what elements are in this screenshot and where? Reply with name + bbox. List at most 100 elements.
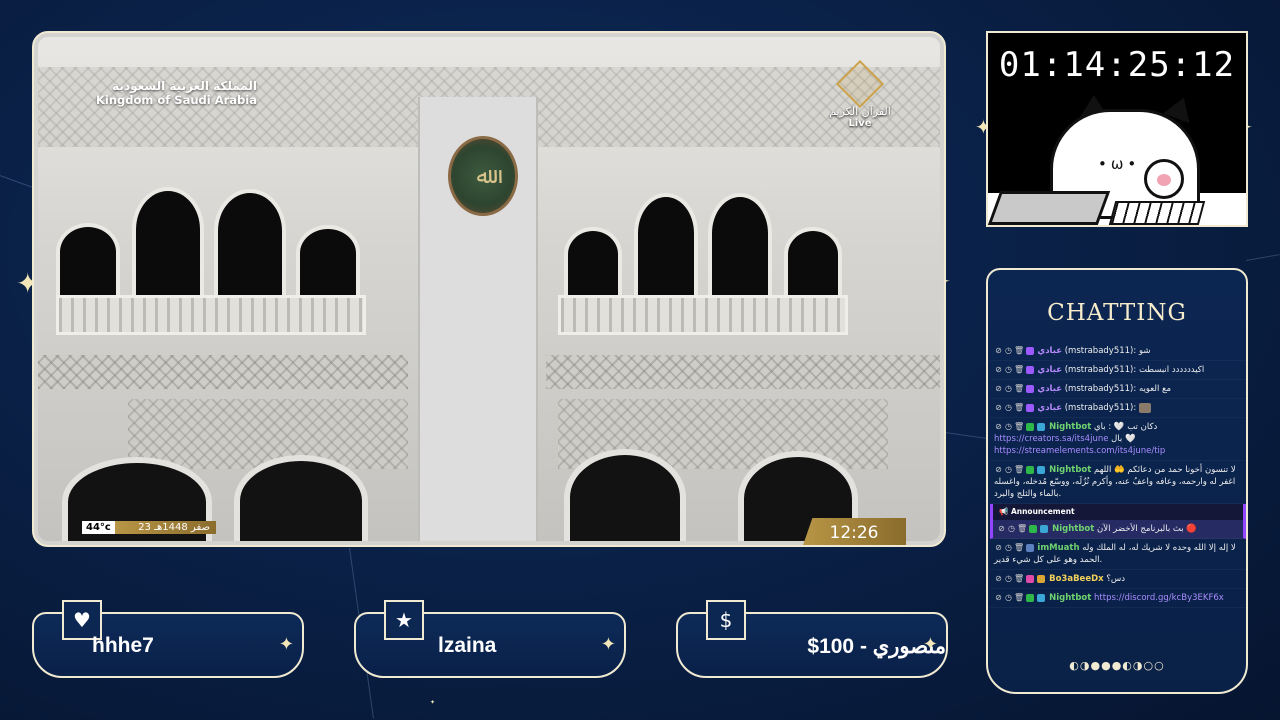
chat-text: : شو <box>1133 346 1151 356</box>
ban-icon[interactable]: ⊘ <box>997 524 1006 533</box>
delete-icon[interactable]: 🗑 <box>1014 593 1024 602</box>
moon-phase-indicator: ◐◑●●●◐◑○○ <box>1069 659 1165 672</box>
timer-panel: 01:14:25:12 •ω• <box>986 31 1248 227</box>
video-player[interactable]: ﷲ المملكة العربية السعودية Kingdom of Sa… <box>32 31 946 547</box>
chat-text: دكان تب 🤍 : باي <box>1094 422 1158 432</box>
mod-actions[interactable]: ⊘ ◷ 🗑 <box>994 574 1024 583</box>
announcement-label: Announcement <box>1010 507 1075 516</box>
ban-icon[interactable]: ⊘ <box>994 593 1003 602</box>
delete-icon[interactable]: 🗑 <box>1014 574 1024 583</box>
ban-icon[interactable]: ⊘ <box>994 422 1003 431</box>
follower-name: hhhe7 <box>92 634 154 657</box>
mod-actions[interactable]: ⊘ ◷ 🗑 <box>994 465 1024 474</box>
balcony <box>558 295 848 335</box>
timeout-icon[interactable]: ◷ <box>1004 593 1013 602</box>
chat-message: ⊘ ◷ 🗑 عبادي (mstrabady511): اكيدددددد انبس… <box>990 361 1246 380</box>
follower-alert: ♥ hhhe7 ✦ <box>32 600 304 678</box>
chat-username[interactable]: Nightbot <box>1049 465 1091 475</box>
megaphone-icon: 📢 <box>999 507 1011 516</box>
chat-message: ⊘ ◷ 🗑 Nightbot دكان تب 🤍 : باي https://cre… <box>990 418 1246 461</box>
ban-icon[interactable]: ⊘ <box>994 403 1003 412</box>
crown-badge-icon <box>1037 574 1046 583</box>
cat-face: •ω• <box>1098 155 1141 173</box>
chat-message-list[interactable]: ⊘ ◷ 🗑 عبادي (mstrabady511): شو ⊘ ◷ 🗑 عبادي (… <box>990 342 1246 660</box>
chat-message: ⊘ ◷ 🗑 Bo3aBeeDx دس؟ <box>990 570 1246 589</box>
arch-window <box>214 189 286 299</box>
mod-actions[interactable]: ⊘ ◷ 🗑 <box>994 403 1024 412</box>
chat-username[interactable]: عبادي <box>1037 365 1062 375</box>
ban-icon[interactable]: ⊘ <box>994 543 1003 552</box>
facade-band-left <box>38 355 408 389</box>
chat-username[interactable]: عبادي <box>1037 346 1062 356</box>
chat-message: ⊘ ◷ 🗑 Nightbot لا تنسون أخونا حمد من دعائك… <box>990 461 1246 504</box>
arch-window <box>56 223 120 299</box>
ksa-watermark: المملكة العربية السعودية Kingdom of Saud… <box>96 79 257 107</box>
ban-icon[interactable]: ⊘ <box>994 384 1003 393</box>
mod-actions[interactable]: ⊘ ◷ 🗑 <box>994 346 1024 355</box>
chat-username[interactable]: عبادي <box>1037 384 1062 394</box>
temperature: 44°c <box>82 520 115 534</box>
sparkle-icon: ✦ <box>278 634 294 655</box>
delete-icon[interactable]: 🗑 <box>1014 365 1024 374</box>
timeout-icon[interactable]: ◷ <box>1004 543 1013 552</box>
chat-text: : <box>1133 403 1137 413</box>
timeout-icon[interactable]: ◷ <box>1004 365 1013 374</box>
delete-icon[interactable]: 🗑 <box>1014 543 1024 552</box>
chat-username[interactable]: Nightbot <box>1052 524 1094 534</box>
timeout-icon[interactable]: ◷ <box>1004 422 1013 431</box>
bot-badge-icon <box>1040 524 1049 533</box>
chat-handle: (mstrabady511) <box>1064 384 1134 394</box>
arch-window <box>132 187 204 299</box>
chat-username[interactable]: Nightbot <box>1049 593 1091 603</box>
mod-actions[interactable]: ⊘ ◷ 🗑 <box>994 422 1024 431</box>
door-arch <box>564 449 686 541</box>
mousepad <box>988 191 1111 225</box>
ban-icon[interactable]: ⊘ <box>994 346 1003 355</box>
chat-username[interactable]: عبادي <box>1037 403 1062 413</box>
verified-badge-icon <box>1025 465 1034 474</box>
palm-emblem-icon <box>835 59 885 109</box>
chat-username[interactable]: Bo3aBeeDx <box>1049 574 1104 584</box>
chat-message: ⊘ ◷ 🗑 Nightbot https://discord.gg/kcBy3EKF… <box>990 589 1246 608</box>
chat-panel: CHATTING ⊘ ◷ 🗑 عبادي (mstrabady511): شو ⊘ ◷… <box>986 268 1248 694</box>
mod-actions[interactable]: ⊘ ◷ 🗑 <box>994 384 1024 393</box>
delete-icon[interactable]: 🗑 <box>1014 403 1024 412</box>
ban-icon[interactable]: ⊘ <box>994 365 1003 374</box>
allah-medallion: ﷲ <box>448 136 518 216</box>
countdown-timer: 01:14:25:12 <box>998 45 1236 85</box>
bot-badge-icon <box>1037 422 1046 431</box>
chat-username[interactable]: imMuath <box>1037 543 1079 553</box>
mod-actions[interactable]: ⊘ ◷ 🗑 <box>994 365 1024 374</box>
chat-link[interactable]: https://streamelements.com/its4june/tip <box>994 446 1165 456</box>
timeout-icon[interactable]: ◷ <box>1004 403 1013 412</box>
timeout-icon[interactable]: ◷ <box>1004 574 1013 583</box>
delete-icon[interactable]: 🗑 <box>1014 422 1024 431</box>
timeout-icon[interactable]: ◷ <box>1004 384 1013 393</box>
chat-handle: (mstrabady511) <box>1064 346 1134 356</box>
chat-message: ⊘ ◷ 🗑 عبادي (mstrabady511): شو <box>990 342 1246 361</box>
ban-icon[interactable]: ⊘ <box>994 574 1003 583</box>
chat-message: ⊘ ◷ 🗑 عبادي (mstrabady511): <box>990 399 1246 418</box>
chat-handle: (mstrabady511) <box>1064 403 1134 413</box>
arch-window <box>634 193 698 299</box>
announcement-header: 📢 Announcement <box>993 504 1243 520</box>
timeout-icon[interactable]: ◷ <box>1007 524 1016 533</box>
chat-username[interactable]: Nightbot <box>1049 422 1091 432</box>
mod-actions[interactable]: ⊘ ◷ 🗑 <box>994 593 1024 602</box>
announcement-message: 📢 Announcement ⊘ ◷ 🗑 Nightbot بث بالبرنامج… <box>990 504 1246 539</box>
chat-link[interactable]: https://creators.sa/its4june <box>994 434 1108 444</box>
verified-badge-icon <box>1028 524 1037 533</box>
ban-icon[interactable]: ⊘ <box>994 465 1003 474</box>
verified-badge-icon <box>1025 593 1034 602</box>
delete-icon[interactable]: 🗑 <box>1014 465 1024 474</box>
delete-icon[interactable]: 🗑 <box>1014 384 1024 393</box>
timeout-icon[interactable]: ◷ <box>1004 465 1013 474</box>
delete-icon[interactable]: 🗑 <box>1014 346 1024 355</box>
delete-icon[interactable]: 🗑 <box>1017 524 1027 533</box>
mod-actions[interactable]: ⊘ ◷ 🗑 <box>994 543 1024 552</box>
chat-link[interactable]: https://discord.gg/kcBy3EKF6x <box>1094 593 1224 603</box>
timeout-icon[interactable]: ◷ <box>1004 346 1013 355</box>
mod-actions[interactable]: ⊘ ◷ 🗑 <box>997 524 1027 533</box>
sparkle-icon: ✦ <box>430 699 436 706</box>
donation-text: منصوري - 100$ <box>807 635 946 658</box>
